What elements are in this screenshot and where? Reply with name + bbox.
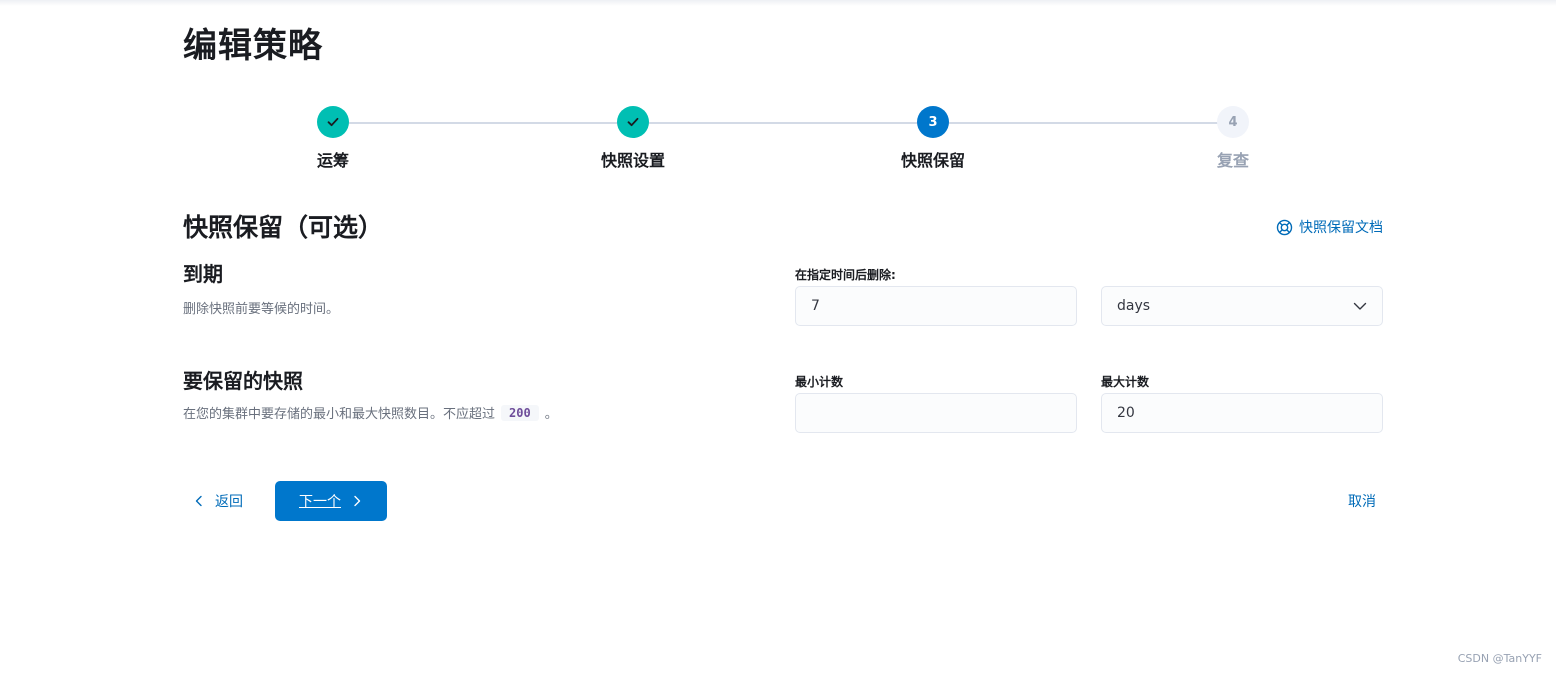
min-count-input[interactable] xyxy=(795,393,1077,433)
watermark: CSDN @TanYYF xyxy=(1457,652,1542,665)
step-label: 运筹 xyxy=(316,151,349,170)
expire-after-input[interactable] xyxy=(795,286,1077,326)
step-3[interactable]: 3 快照保留 xyxy=(783,106,1083,171)
doc-link-label: 快照保留文档 xyxy=(1299,220,1383,236)
step-complete-indicator xyxy=(617,106,649,138)
step-1[interactable]: 运筹 xyxy=(183,106,483,171)
chevron-right-icon xyxy=(354,495,361,507)
check-icon xyxy=(327,117,339,127)
back-button[interactable]: 返回 xyxy=(183,481,253,521)
help-lifebuoy-icon xyxy=(1276,219,1293,235)
max-count-value[interactable] xyxy=(1117,405,1367,421)
section-title: 快照保留（可选） xyxy=(183,213,384,242)
check-icon xyxy=(627,117,639,127)
step-2[interactable]: 快照设置 xyxy=(483,106,783,171)
retain-description-suffix: 。 xyxy=(544,407,558,422)
top-shadow xyxy=(0,0,1556,6)
expire-after-value[interactable] xyxy=(811,298,1061,314)
next-button-label: 下一个 xyxy=(299,493,341,509)
min-count-label: 最小计数 xyxy=(795,375,844,389)
step-number: 3 xyxy=(917,106,949,138)
expire-after-label: 在指定时间后删除: xyxy=(795,268,896,282)
snapshot-retention-docs-link[interactable]: 快照保留文档 xyxy=(1276,217,1383,237)
cancel-button[interactable]: 取消 xyxy=(1336,481,1388,521)
max-count-input[interactable] xyxy=(1101,393,1383,433)
step-4: 4 复查 xyxy=(1083,106,1383,171)
back-button-label: 返回 xyxy=(215,493,243,509)
max-snapshots-code: 200 xyxy=(501,404,539,421)
expire-unit-value: days xyxy=(1117,298,1151,314)
step-number: 4 xyxy=(1217,106,1249,138)
next-button[interactable]: 下一个 xyxy=(275,481,387,521)
retain-title: 要保留的快照 xyxy=(183,369,303,393)
expire-unit-select[interactable]: days xyxy=(1101,286,1383,326)
chevron-down-icon xyxy=(1353,302,1367,310)
page-title: 编辑策略 xyxy=(183,26,323,66)
step-label: 复查 xyxy=(1216,151,1249,170)
retain-description: 在您的集群中要存储的最小和最大快照数目。不应超过 200 。 xyxy=(183,403,558,422)
expiration-description: 删除快照前要等候的时间。 xyxy=(183,302,340,317)
max-count-label: 最大计数 xyxy=(1101,375,1150,389)
chevron-left-icon xyxy=(195,495,202,507)
step-label: 快照保留 xyxy=(900,151,965,170)
min-count-value[interactable] xyxy=(811,405,1061,421)
retain-description-text: 在您的集群中要存储的最小和最大快照数目。不应超过 xyxy=(183,407,496,422)
expiration-title: 到期 xyxy=(183,262,223,286)
stepper: 运筹 快照设置 3 快照保留 4 复查 xyxy=(183,106,1383,176)
step-complete-indicator xyxy=(317,106,349,138)
step-label: 快照设置 xyxy=(600,151,665,170)
